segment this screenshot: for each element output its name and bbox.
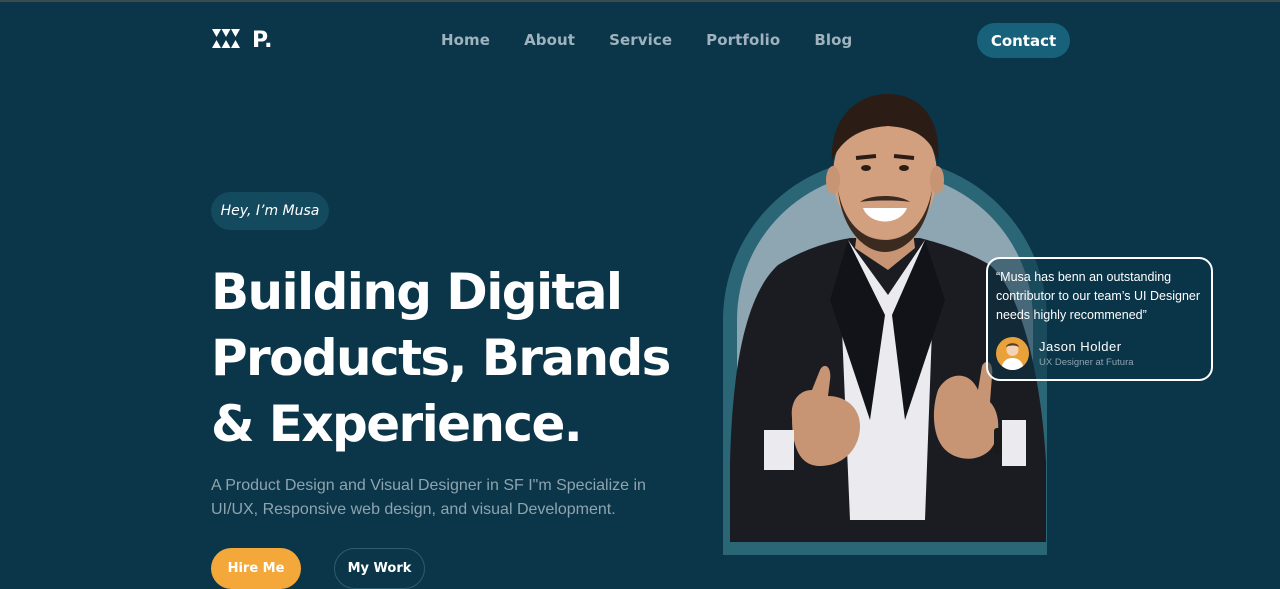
- testimonial-quote: “Musa has benn an outstanding contributo…: [996, 270, 1201, 322]
- nav-blog[interactable]: Blog: [814, 31, 852, 49]
- nav-service[interactable]: Service: [609, 31, 672, 49]
- logo-text: P.: [252, 27, 273, 53]
- hero-description: A Product Design and Visual Designer in …: [211, 477, 646, 518]
- nav-portfolio[interactable]: Portfolio: [706, 31, 780, 49]
- author-role: UX Designer at Futura: [1039, 357, 1134, 368]
- hero-headline: Building Digital Products, Brands & Expe…: [211, 259, 681, 457]
- author-avatar: [996, 337, 1029, 370]
- top-border: [0, 0, 1280, 2]
- testimonial-author: Jason Holder UX Designer at Futura: [996, 337, 1203, 370]
- hire-me-button[interactable]: Hire Me: [211, 548, 301, 589]
- brand-logo[interactable]: P.: [212, 26, 272, 54]
- contact-button[interactable]: Contact: [977, 23, 1070, 58]
- headline-line-1: Building Digital: [211, 263, 623, 321]
- headline-line-2: Products, Brands: [211, 329, 671, 387]
- nav-home[interactable]: Home: [441, 31, 490, 49]
- greeting-badge: Hey, I’m Musa: [211, 192, 329, 230]
- my-work-button[interactable]: My Work: [334, 548, 425, 589]
- author-name: Jason Holder: [1039, 339, 1122, 354]
- headline-line-3: & Experience.: [211, 395, 583, 453]
- person-avatar-icon: [1001, 343, 1024, 370]
- main-nav: Home About Service Portfolio Blog: [441, 31, 852, 49]
- nav-about[interactable]: About: [524, 31, 575, 49]
- testimonial-card: “Musa has benn an outstanding contributo…: [986, 257, 1213, 381]
- triangles-logo-icon: [212, 29, 240, 48]
